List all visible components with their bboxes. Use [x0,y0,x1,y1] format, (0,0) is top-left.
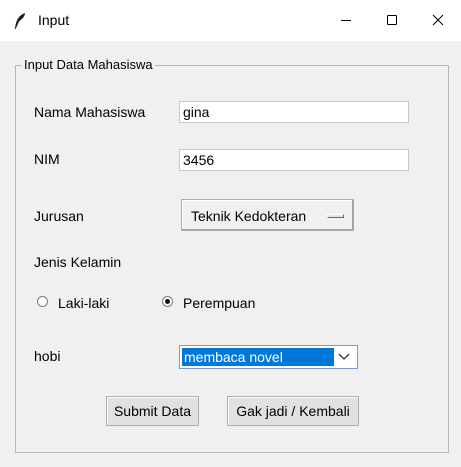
radio-button-selected-icon[interactable] [162,296,173,307]
minimize-button[interactable] [323,0,369,41]
maximize-icon [387,15,397,25]
radio-button-icon[interactable] [37,296,48,307]
submit-data-button[interactable]: Submit Data [106,396,199,426]
feather-icon [14,13,25,30]
close-icon [432,14,444,26]
radio-laki-laki-label[interactable]: Laki-laki [58,295,109,311]
hobi-combobox[interactable]: membaca novel [179,345,358,369]
nama-label: Nama Mahasiswa [34,104,146,120]
chevron-down-icon[interactable] [338,352,350,362]
kembali-button[interactable]: Gak jadi / Kembali [227,396,359,426]
nama-input[interactable]: gina [179,101,409,123]
maximize-button[interactable] [369,0,415,41]
radio-perempuan-label[interactable]: Perempuan [183,295,255,311]
hobi-selected-value[interactable]: membaca novel [182,348,334,366]
title-bar[interactable]: Input [0,0,461,41]
option-indicator-icon [327,214,344,218]
nim-label: NIM [34,151,60,167]
radio-dot-icon [165,299,170,304]
close-button[interactable] [415,0,461,41]
hobi-label: hobi [34,348,61,364]
jurusan-option-menu[interactable]: Teknik Kedokteran [181,199,354,231]
minimize-icon [341,20,351,21]
group-title: Input Data Mahasiswa [22,57,155,72]
jurusan-selected-value: Teknik Kedokteran [191,208,307,224]
app-window: Input Input Data Mahasiswa Nama Mahasisw… [0,0,461,467]
window-title: Input [38,12,70,28]
gender-label: Jenis Kelamin [34,254,122,270]
jurusan-label: Jurusan [34,208,84,224]
nim-input[interactable]: 3456 [179,149,409,171]
